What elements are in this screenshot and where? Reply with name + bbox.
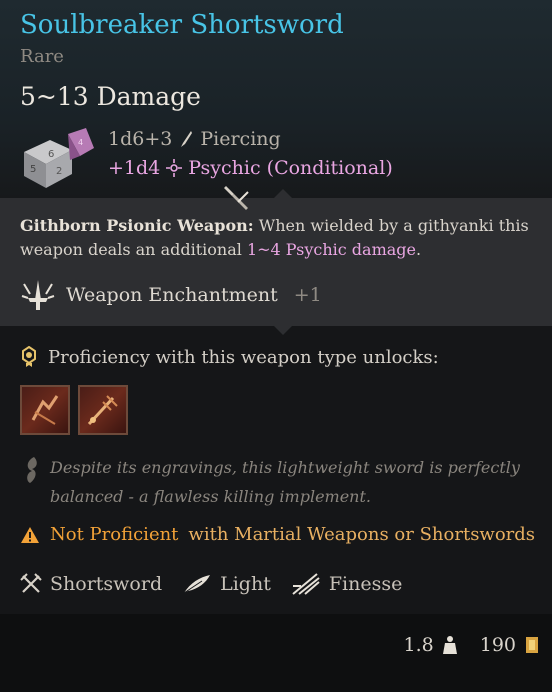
svg-text:2: 2 (56, 166, 62, 177)
psychic-icon (166, 159, 183, 177)
property-light[interactable]: Light (182, 573, 271, 595)
pommel-strike-action-icon[interactable] (78, 385, 128, 435)
gold-coin-icon (526, 637, 538, 653)
crossed-swords-icon (20, 573, 42, 593)
svg-text:5: 5 (30, 164, 36, 175)
damage-line-psychic: +1d4 Psychic (Conditional) (108, 157, 393, 179)
weight-value-row: 1.8 190 (404, 634, 540, 656)
damage-type: Piercing (200, 128, 281, 150)
sword-enchantment-icon (21, 280, 55, 310)
property-finesse[interactable]: Finesse (291, 572, 403, 596)
item-rarity: Rare (20, 46, 64, 67)
weight-icon (442, 636, 457, 654)
proficiency-unlocks (20, 385, 128, 435)
psionic-heading: Githborn Psionic Weapon: (20, 216, 254, 235)
damage-dice: 1d6+3 (108, 128, 173, 150)
enchantment-panel: Githborn Psionic Weapon: When wielded by… (0, 186, 552, 335)
proficiency-label: Proficiency with this weapon type unlock… (48, 346, 439, 368)
damage-type: Psychic (Conditional) (188, 157, 393, 179)
tooltip-header: Soulbreaker Shortsword Rare 5~13 Damage … (0, 0, 552, 198)
proficiency-warning: Not Proficient with Martial Weapons or S… (20, 524, 535, 545)
psionic-highlight: 1~4 Psychic damage (246, 240, 417, 259)
svg-text:6: 6 (48, 149, 54, 160)
tooltip-footer: 1.8 190 (0, 614, 552, 692)
warning-part1: Not Proficient (50, 524, 179, 545)
warning-icon (21, 526, 39, 543)
damage-total: 5~13 Damage (20, 82, 201, 111)
property-label: Shortsword (50, 573, 163, 595)
psionic-weapon-description: Githborn Psionic Weapon: When wielded by… (20, 214, 545, 262)
flavor-text-block: Despite its engravings, this lightweight… (22, 453, 552, 511)
feather-icon (183, 575, 211, 594)
warning-part2: with Martial Weapons or Shortswords (188, 524, 536, 545)
panel-pointer-bottom (273, 325, 293, 335)
gold-value: 190 (479, 634, 516, 656)
weight-value: 1.8 (403, 634, 434, 656)
finesse-icon (292, 573, 320, 595)
svg-text:4: 4 (78, 138, 83, 147)
damage-dice: +1d4 (108, 157, 161, 179)
damage-line-piercing: 1d6+3 Piercing (108, 128, 281, 150)
psionic-text-after: . (416, 240, 422, 259)
item-tooltip: Soulbreaker Shortsword Rare 5~13 Damage … (0, 0, 552, 692)
proficiency-header: Proficiency with this weapon type unlock… (20, 346, 439, 368)
panel-pointer-top (273, 189, 293, 199)
psionic-weapon-icon (224, 186, 249, 210)
enchantment-value: +1 (293, 284, 322, 306)
quill-icon (27, 457, 37, 483)
lacerate-action-icon[interactable] (20, 385, 70, 435)
property-label: Light (220, 573, 271, 595)
proficiency-gem-icon (22, 346, 36, 367)
flavor-text: Despite its engravings, this lightweight… (50, 458, 520, 506)
property-shortsword[interactable]: Shortsword (20, 573, 162, 595)
weapon-enchantment[interactable]: Weapon Enchantment +1 (20, 278, 322, 312)
property-label: Finesse (328, 573, 403, 595)
item-name: Soulbreaker Shortsword (20, 10, 344, 40)
dice-icon: 6 5 2 4 (24, 128, 94, 188)
piercing-icon (178, 130, 194, 148)
enchantment-label: Weapon Enchantment (66, 284, 278, 306)
weapon-properties: Shortsword Light Finesse (20, 572, 412, 596)
